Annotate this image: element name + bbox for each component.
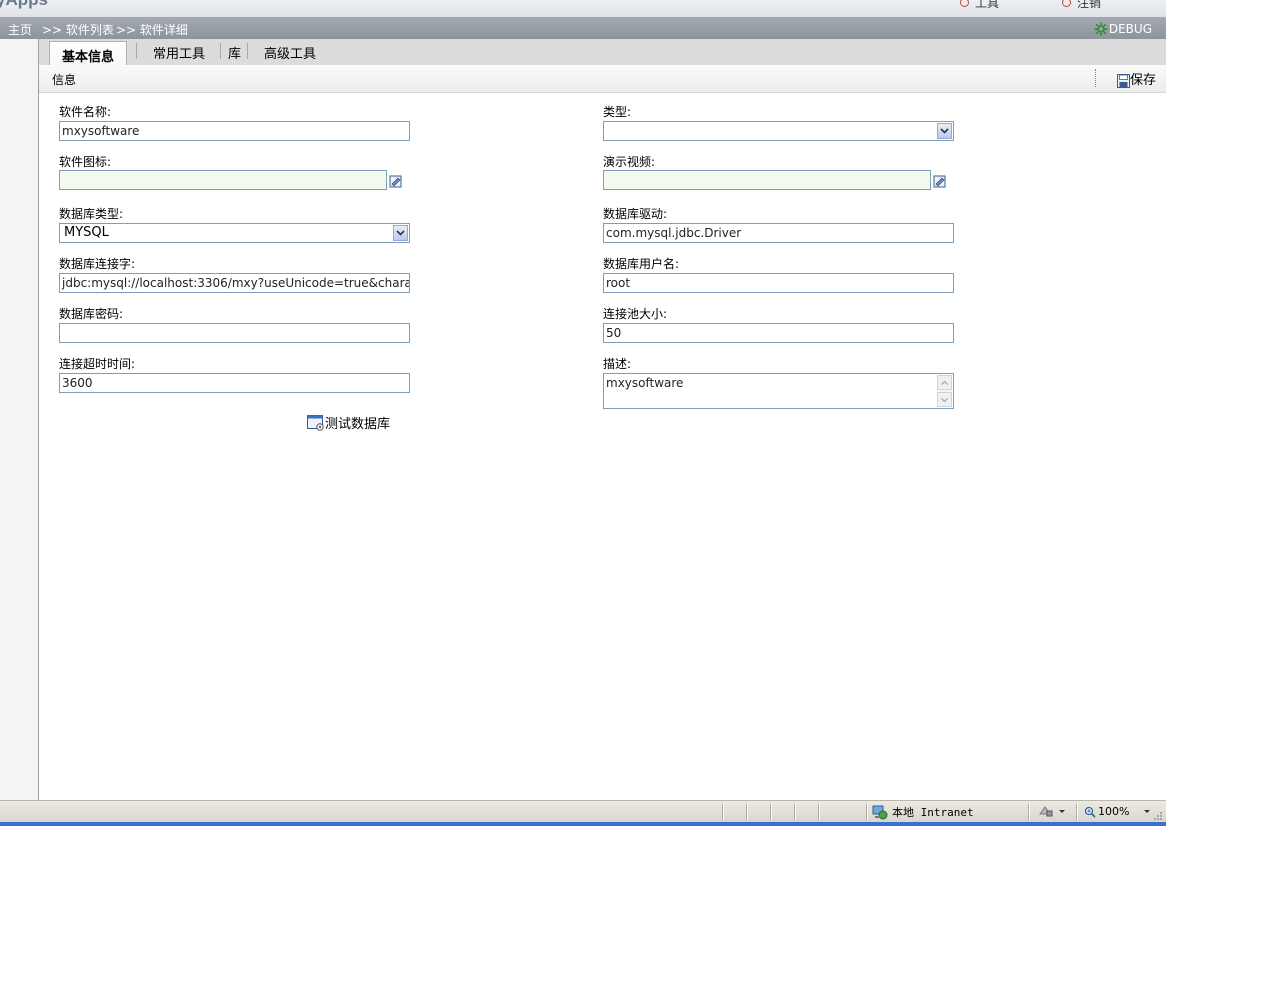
brand-logo: yApps — [0, 0, 48, 10]
database-test-icon — [307, 415, 324, 431]
intranet-globe-icon — [872, 805, 888, 819]
user-label: 数据库用户名: — [603, 257, 680, 271]
debug-button[interactable]: DEBUG — [1094, 22, 1152, 36]
video-field[interactable] — [603, 170, 931, 190]
zoom-level: 100% — [1098, 805, 1130, 818]
status-divider — [818, 804, 820, 820]
desc-scrollbar[interactable] — [937, 375, 952, 407]
tools-menu[interactable]: 工具 — [960, 0, 999, 11]
timeout-label: 连接超时时间: — [59, 357, 136, 371]
chevron-down-icon[interactable] — [937, 123, 952, 139]
type-select[interactable] — [603, 121, 954, 141]
sub-toolbar: 信息 保存 — [39, 65, 1166, 93]
save-label: 保存 — [1129, 73, 1156, 88]
zoom-control[interactable]: 100% — [1084, 805, 1151, 818]
status-divider — [1028, 804, 1030, 820]
save-button[interactable]: 保存 — [1116, 69, 1156, 88]
protected-mode-icon — [1039, 806, 1053, 817]
url-label: 数据库连接字: — [59, 257, 136, 271]
zone-label: 本地 Intranet — [892, 806, 974, 819]
tools-menu-label: 工具 — [975, 0, 1000, 10]
breadcrumb-home[interactable]: 主页 — [8, 21, 32, 38]
status-divider — [866, 804, 868, 820]
desc-textarea[interactable]: mxysoftware — [603, 373, 954, 409]
dbtype-select[interactable]: MYSQL — [59, 223, 410, 243]
chevron-down-icon — [1059, 809, 1065, 813]
security-zone[interactable]: 本地 Intranet — [872, 804, 974, 820]
dbtype-value: MYSQL — [64, 225, 109, 240]
taskbar-edge — [0, 822, 1166, 826]
logout-icon — [1062, 0, 1071, 7]
file-picker-icon[interactable] — [933, 174, 947, 188]
toolbar-divider — [1095, 69, 1096, 87]
icon-field[interactable] — [59, 170, 387, 190]
user-field[interactable]: root — [603, 273, 954, 293]
dbtype-label: 数据库类型: — [59, 207, 124, 221]
url-field[interactable]: jdbc:mysql://localhost:3306/mxy?useUnico… — [59, 273, 410, 293]
tab-advanced-tools[interactable]: 高级工具 — [264, 43, 316, 62]
icon-label: 软件图标: — [59, 155, 112, 169]
save-icon — [1116, 74, 1130, 88]
app-window: yApps 工具 注销 主页 >> 软件列表 >> 软件详细 DEBUG 基本信… — [0, 0, 1166, 826]
pool-field[interactable]: 50 — [603, 323, 954, 343]
driver-label: 数据库驱动: — [603, 207, 668, 221]
left-panel — [0, 39, 39, 800]
timeout-field[interactable]: 3600 — [59, 373, 410, 393]
desc-value: mxysoftware — [606, 376, 684, 390]
status-divider — [1076, 804, 1078, 820]
chevron-down-icon — [1144, 810, 1151, 813]
file-picker-icon[interactable] — [389, 174, 403, 188]
status-divider — [722, 804, 724, 820]
name-field[interactable]: mxysoftware — [59, 121, 410, 141]
logout-menu-label: 注销 — [1077, 0, 1102, 10]
zoom-icon — [1084, 806, 1096, 818]
protected-mode-button[interactable] — [1038, 805, 1066, 817]
logout-menu[interactable]: 注销 — [1062, 0, 1101, 11]
breadcrumb-detail: >> 软件详细 — [116, 23, 188, 37]
resize-grip-icon[interactable] — [1152, 810, 1163, 821]
tab-divider — [220, 43, 221, 59]
test-database-label: 测试数据库 — [325, 417, 391, 432]
test-database-button[interactable]: 测试数据库 — [307, 413, 390, 432]
status-divider — [770, 804, 772, 820]
driver-field[interactable]: com.mysql.jdbc.Driver — [603, 223, 954, 243]
tab-common-tools[interactable]: 常用工具 — [153, 43, 205, 62]
breadcrumb-list[interactable]: >> 软件列表 — [42, 21, 114, 38]
breadcrumb: 主页 >> 软件列表 >> 软件详细 DEBUG — [0, 17, 1166, 39]
gear-icon — [1094, 22, 1108, 36]
video-label: 演示视频: — [603, 155, 656, 169]
tools-icon — [960, 0, 969, 7]
type-label: 类型: — [603, 105, 632, 119]
scroll-down-icon[interactable] — [937, 392, 952, 407]
section-title: 信息 — [52, 73, 77, 87]
pool-label: 连接池大小: — [603, 307, 668, 321]
debug-label: DEBUG — [1108, 22, 1152, 36]
status-bar: 本地 Intranet 100% — [0, 800, 1166, 823]
top-header: yApps 工具 注销 — [0, 0, 1166, 17]
password-label: 数据库密码: — [59, 307, 124, 321]
tab-strip: 基本信息 常用工具 库 高级工具 — [39, 39, 1166, 65]
desc-label: 描述: — [603, 357, 632, 371]
chevron-down-icon[interactable] — [393, 225, 408, 241]
password-field[interactable] — [59, 323, 410, 343]
status-divider — [746, 804, 748, 820]
name-label: 软件名称: — [59, 105, 112, 119]
scroll-up-icon[interactable] — [937, 375, 952, 390]
tab-divider — [136, 43, 137, 59]
tab-basic-info[interactable]: 基本信息 — [49, 41, 128, 65]
status-divider — [794, 804, 796, 820]
tab-divider — [247, 43, 248, 59]
tab-library[interactable]: 库 — [228, 43, 241, 62]
